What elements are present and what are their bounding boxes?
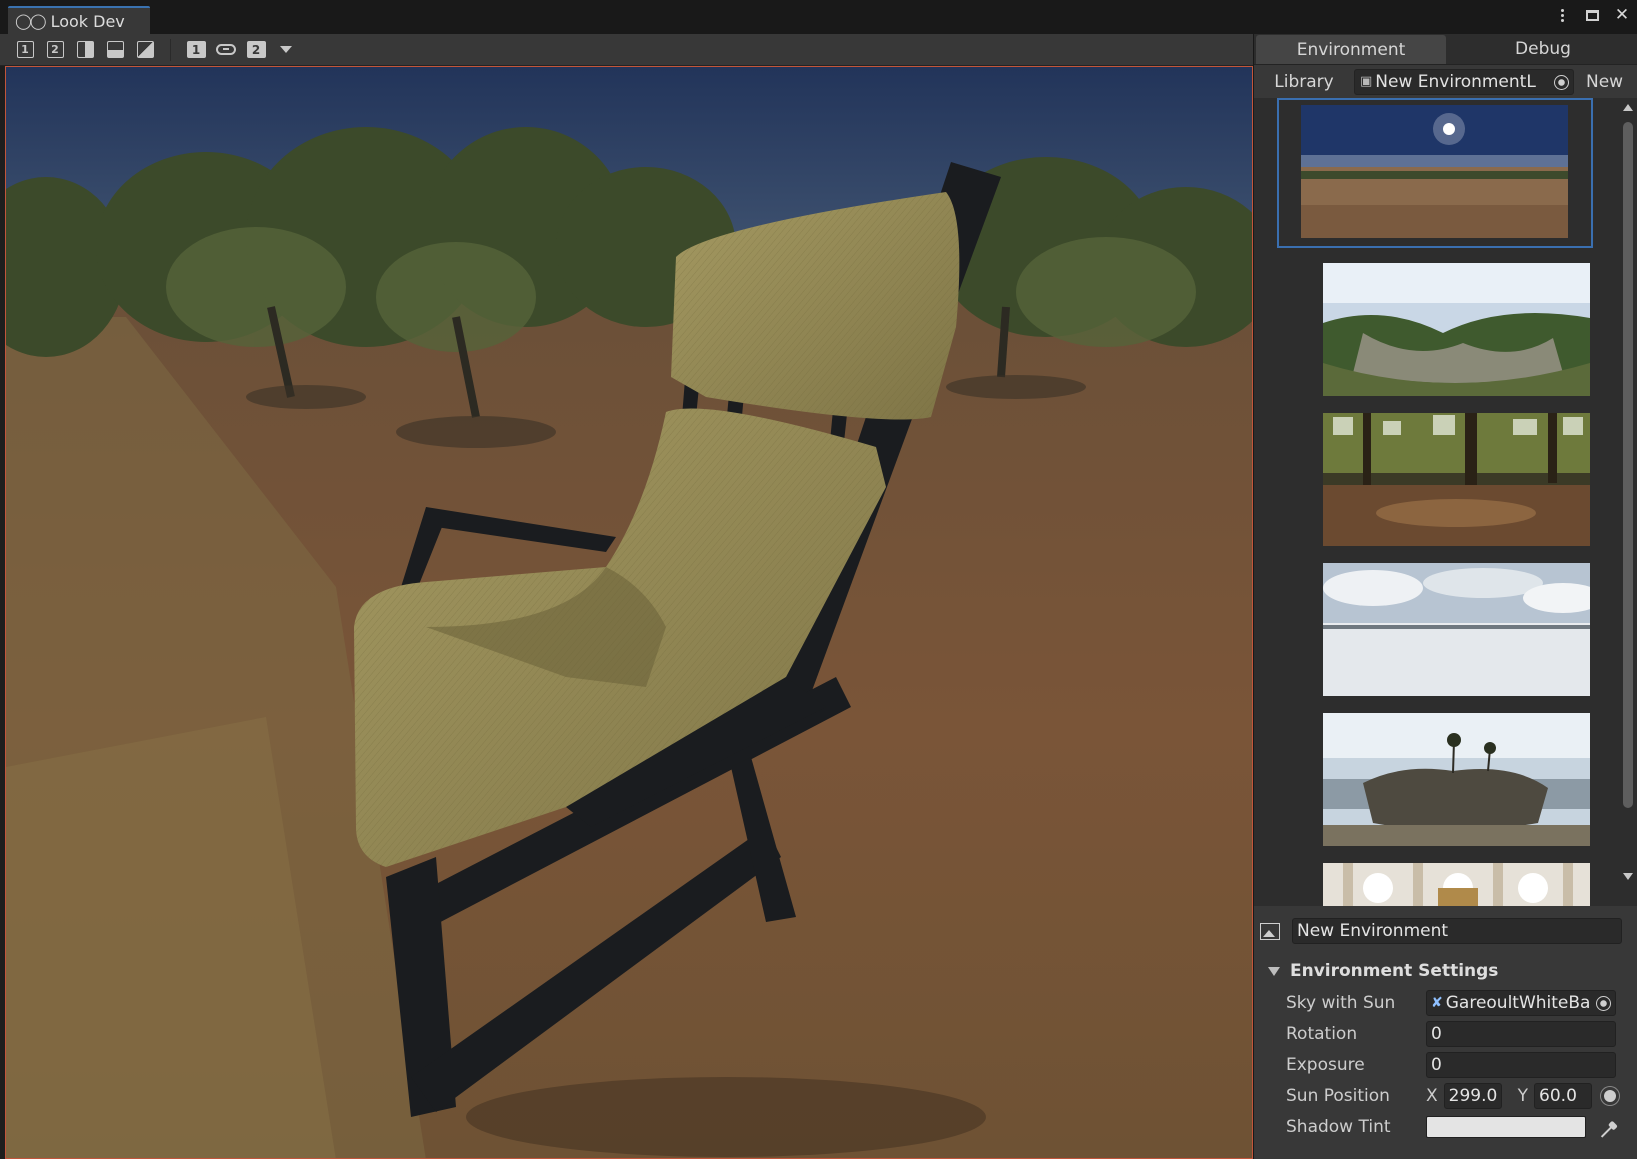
toolbar-separator (170, 38, 171, 61)
shadow-tint-row: Shadow Tint (1254, 1112, 1637, 1142)
sun-position-label: Sun Position (1286, 1086, 1390, 1106)
rotation-row: Rotation 0 (1254, 1019, 1637, 1049)
environment-2-icon: 2 (246, 41, 266, 58)
exposure-row: Exposure 0 (1254, 1050, 1637, 1080)
environment-1-icon: 1 (186, 41, 206, 58)
hdri-asset-icon: ✘ (1431, 995, 1443, 1011)
thumbnail-forest[interactable] (1301, 408, 1603, 546)
rotation-field[interactable]: 0 (1426, 1021, 1616, 1047)
shadow-tint-label: Shadow Tint (1286, 1117, 1391, 1137)
thumbnail-snow-field[interactable] (1301, 558, 1603, 696)
split-diagonal-icon (136, 41, 154, 58)
split-horizontal-button[interactable] (100, 37, 130, 63)
panel-tabs: Environment Debug (1254, 34, 1637, 65)
thumbnail-palm-island[interactable] (1301, 708, 1603, 846)
tab-environment[interactable]: Environment (1256, 35, 1446, 64)
environment-library-field[interactable]: ▣ New EnvironmentL (1354, 68, 1574, 95)
look-dev-viewport[interactable] (5, 66, 1253, 1159)
snow-field-preview (1323, 563, 1590, 696)
view-single-1-icon: 1 (16, 41, 34, 58)
dropdown-caret-icon (280, 46, 292, 53)
view-single-2-button[interactable]: 2 (40, 37, 70, 63)
environment-picture-icon (1260, 922, 1280, 940)
viewport-toolbar: 1 2 1 2 (0, 34, 1253, 66)
object-picker-icon[interactable] (1554, 74, 1569, 90)
window-controls: ✕ (1553, 6, 1631, 24)
new-library-button[interactable]: New (1586, 72, 1623, 92)
thumbnail-church-interior[interactable] (1301, 858, 1603, 906)
environment-name-field[interactable]: New Environment (1292, 918, 1622, 944)
thumbnail-list-content (1277, 98, 1606, 906)
window-title: Look Dev (50, 11, 125, 31)
split-horizontal-icon (106, 41, 124, 58)
more-options-icon[interactable] (1553, 6, 1571, 24)
tab-debug[interactable]: Debug (1448, 34, 1637, 64)
beach-preview (1323, 263, 1590, 396)
sun-y-axis-label: Y (1517, 1086, 1529, 1106)
scene-render (6, 67, 1252, 1158)
sun-position-vector: X 299.0 Y 60.0 (1426, 1083, 1617, 1109)
look-dev-side-panel: Environment Debug Library ▣ New Environm… (1253, 34, 1637, 1159)
sun-x-axis-label: X (1426, 1086, 1438, 1106)
environment-settings-foldout[interactable]: Environment Settings (1254, 956, 1637, 986)
church-interior-preview (1323, 863, 1590, 906)
thumbnail-scrollbar[interactable] (1622, 102, 1634, 880)
scroll-down-arrow-icon[interactable] (1623, 873, 1633, 880)
split-vertical-icon (76, 41, 94, 58)
thumbnail-beach[interactable] (1301, 258, 1603, 396)
view-single-2-icon: 2 (46, 41, 64, 58)
sky-object-picker-icon[interactable] (1596, 996, 1611, 1011)
library-row: Library ▣ New EnvironmentL New (1254, 65, 1637, 98)
environment-2-button[interactable]: 2 (241, 37, 271, 63)
forest-preview (1323, 413, 1590, 546)
sky-with-sun-value: GareoultWhiteBa (1445, 993, 1591, 1013)
look-dev-icon: ◯◯ (15, 12, 47, 30)
split-vertical-button[interactable] (70, 37, 100, 63)
environment-settings-title: Environment Settings (1290, 961, 1499, 981)
scroll-up-arrow-icon[interactable] (1623, 104, 1633, 111)
shadow-tint-swatch[interactable] (1426, 1116, 1586, 1138)
environment-library-value: New EnvironmentL (1375, 71, 1536, 92)
palm-island-preview (1323, 713, 1590, 846)
scrollbar-thumb[interactable] (1623, 122, 1633, 808)
environment-name-row: New Environment (1254, 914, 1637, 948)
maximize-icon[interactable] (1583, 6, 1601, 24)
desert-sun-preview (1301, 105, 1568, 238)
rotation-label: Rotation (1286, 1024, 1358, 1044)
environment-1-button[interactable]: 1 (181, 37, 211, 63)
window-titlebar: ◯◯ Look Dev ✕ (0, 0, 1637, 34)
library-label: Library (1274, 71, 1334, 92)
sky-with-sun-field[interactable]: ✘ GareoultWhiteBa (1426, 990, 1616, 1016)
toolbar-dropdown-button[interactable] (271, 37, 301, 63)
link-icon (216, 44, 236, 55)
foldout-expanded-icon (1268, 966, 1280, 976)
environment-thumbnail-list: + − (1254, 98, 1637, 906)
thumbnail-desert-sun[interactable] (1277, 98, 1593, 248)
asset-cube-icon: ▣ (1360, 74, 1373, 89)
sky-with-sun-row: Sky with Sun ✘ GareoultWhiteBa (1254, 988, 1637, 1018)
sun-picker-icon[interactable] (1604, 1090, 1617, 1102)
exposure-field[interactable]: 0 (1426, 1052, 1616, 1078)
sun-x-field[interactable]: 299.0 (1443, 1083, 1502, 1109)
link-environments-button[interactable] (211, 37, 241, 63)
sun-y-field[interactable]: 60.0 (1534, 1083, 1593, 1109)
split-diagonal-button[interactable] (130, 37, 160, 63)
sun-position-row: Sun Position X 299.0 Y 60.0 (1254, 1081, 1637, 1111)
close-icon[interactable]: ✕ (1613, 6, 1631, 24)
sky-with-sun-label: Sky with Sun (1286, 993, 1396, 1013)
exposure-label: Exposure (1286, 1055, 1365, 1075)
eyedropper-icon[interactable] (1592, 1116, 1614, 1138)
view-single-1-button[interactable]: 1 (10, 37, 40, 63)
window-tab-look-dev[interactable]: ◯◯ Look Dev (8, 6, 150, 34)
